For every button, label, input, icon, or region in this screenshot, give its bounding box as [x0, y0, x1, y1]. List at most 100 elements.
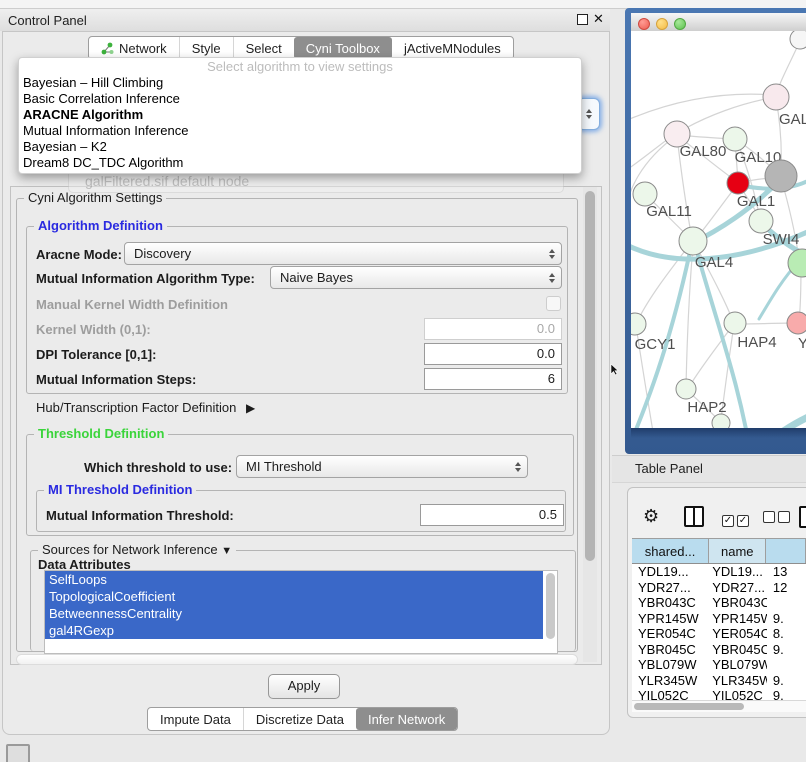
- table-cell: YDR27...: [632, 580, 708, 595]
- network-window-titlebar[interactable]: [631, 13, 806, 32]
- split-columns-icon[interactable]: [684, 506, 704, 527]
- manual-kernel-label: Manual Kernel Width Definition: [36, 297, 228, 312]
- minimize-traffic-light[interactable]: [656, 18, 668, 30]
- network-node-hap2[interactable]: [676, 379, 696, 399]
- mi-steps-field[interactable]: 6: [424, 368, 562, 390]
- algorithm-dropdown-popup: Select algorithm to view settings Bayesi…: [18, 57, 582, 174]
- attributes-scrollbar-thumb[interactable]: [546, 573, 555, 639]
- table-cell: YBL079W: [632, 657, 708, 672]
- combo-stepper-icon: [509, 456, 527, 477]
- tab-jactivemnodules-label: jActiveMNodules: [404, 41, 501, 56]
- which-threshold-value: MI Threshold: [237, 459, 509, 474]
- tab-select[interactable]: Select: [233, 37, 294, 59]
- tab-impute-data-label: Impute Data: [160, 712, 231, 727]
- settings-hscrollbar[interactable]: [16, 654, 578, 665]
- minimized-panel-icon[interactable]: [6, 744, 30, 762]
- table-row[interactable]: YBL079WYBL079W: [632, 657, 806, 673]
- node-table: shared... name YDL19...YDL19...13YDR27..…: [632, 538, 806, 702]
- table-row[interactable]: YDR27...YDR27...12: [632, 580, 806, 596]
- table-cell: 8.: [767, 626, 806, 641]
- kernel-width-field[interactable]: 0.0: [424, 318, 562, 340]
- table-hscrollbar[interactable]: [632, 700, 806, 712]
- float-panel-icon[interactable]: [577, 14, 588, 25]
- algorithm-option-highlighted[interactable]: ARACNE Algorithm: [19, 107, 581, 123]
- algorithm-option[interactable]: Basic Correlation Inference: [19, 91, 581, 107]
- network-node-gal4[interactable]: [679, 227, 707, 255]
- network-node-label: Y: [798, 335, 806, 352]
- network-node-swi4[interactable]: [749, 209, 773, 233]
- network-node-gal1[interactable]: [727, 172, 749, 194]
- table-cell: 9.: [767, 673, 806, 688]
- network-icon: [101, 42, 114, 55]
- tab-network[interactable]: Network: [89, 37, 179, 59]
- network-graph[interactable]: GALGAL80GAL10GAL1GAL11SWI4GAL4GCY1HAP4YH…: [631, 31, 806, 428]
- tab-cyni-toolbox[interactable]: Cyni Toolbox: [294, 37, 392, 59]
- mi-threshold-label: Mutual Information Threshold:: [46, 508, 234, 523]
- zoom-traffic-light[interactable]: [674, 18, 686, 30]
- table-row[interactable]: YDL19...YDL19...13: [632, 564, 806, 580]
- table-header-partial[interactable]: [766, 539, 806, 563]
- aracne-mode-combo[interactable]: Discovery: [124, 242, 562, 265]
- algorithm-option[interactable]: Bayesian – K2: [19, 139, 581, 155]
- table-row[interactable]: YER054CYER054C8.: [632, 626, 806, 642]
- network-window-shadow: [631, 428, 806, 438]
- close-panel-icon[interactable]: ✕: [593, 11, 604, 27]
- tab-jactivemnodules[interactable]: jActiveMNodules: [392, 37, 513, 59]
- network-canvas[interactable]: GALGAL80GAL10GAL1GAL11SWI4GAL4GCY1HAP4YH…: [631, 31, 806, 428]
- apply-button[interactable]: Apply: [268, 674, 340, 699]
- export-table-icon[interactable]: [799, 506, 806, 528]
- mi-type-combo[interactable]: Naive Bayes: [270, 266, 562, 289]
- table-row[interactable]: YLR345WYLR345W9.: [632, 673, 806, 689]
- expanded-arrow-icon: ▼: [221, 545, 232, 557]
- table-cell: YBL079W: [708, 657, 767, 672]
- table-cell: YDL19...: [708, 564, 767, 579]
- network-node-gcy1[interactable]: [631, 313, 646, 335]
- screen: Control Panel ✕ Network Style Select Cyn…: [0, 0, 806, 762]
- network-node[interactable]: [790, 31, 806, 49]
- algorithm-option[interactable]: Mutual Information Inference: [19, 123, 581, 139]
- network-node-gal10[interactable]: [723, 127, 747, 151]
- tab-style-label: Style: [192, 41, 221, 56]
- unselect-all-columns-icon[interactable]: [763, 510, 793, 528]
- network-node-label: GCY1: [635, 336, 676, 353]
- network-node[interactable]: [712, 414, 730, 428]
- sources-title[interactable]: Sources for Network Inference ▼: [38, 542, 236, 557]
- table-header-row: shared... name: [632, 539, 806, 564]
- tab-network-label: Network: [119, 41, 167, 56]
- table-cell: 12: [767, 580, 806, 595]
- mi-threshold-field[interactable]: 0.5: [420, 504, 564, 526]
- manual-kernel-checkbox[interactable]: [546, 296, 561, 311]
- table-header-name[interactable]: name: [709, 539, 766, 563]
- select-all-columns-icon[interactable]: ✓✓: [722, 510, 752, 528]
- algorithm-placeholder: Select algorithm to view settings: [19, 58, 581, 75]
- tab-discretize-data[interactable]: Discretize Data: [243, 708, 356, 730]
- which-threshold-combo[interactable]: MI Threshold: [236, 455, 528, 478]
- table-row[interactable]: YBR045CYBR045C9.: [632, 642, 806, 658]
- table-cell: YBR045C: [708, 642, 767, 657]
- table-row[interactable]: YPR145WYPR145W9.: [632, 611, 806, 627]
- algorithm-option[interactable]: Bayesian – Hill Climbing: [19, 75, 581, 91]
- attribute-item[interactable]: BetweennessCentrality: [45, 605, 543, 622]
- close-traffic-light[interactable]: [638, 18, 650, 30]
- tab-cyni-toolbox-label: Cyni Toolbox: [306, 41, 380, 56]
- settings-scrollbar-thumb[interactable]: [585, 191, 595, 561]
- table-row[interactable]: YBR043CYBR043C: [632, 595, 806, 611]
- tab-style[interactable]: Style: [179, 37, 233, 59]
- attribute-item[interactable]: SelfLoops: [45, 571, 543, 588]
- tab-infer-network[interactable]: Infer Network: [356, 708, 457, 730]
- hub-definition-toggle[interactable]: Hub/Transcription Factor Definition ▶: [36, 400, 255, 415]
- dpi-tolerance-field[interactable]: 0.0: [424, 343, 562, 365]
- table-hscrollbar-thumb[interactable]: [634, 703, 744, 710]
- algorithm-option[interactable]: Dream8 DC_TDC Algorithm: [19, 155, 581, 171]
- gear-icon[interactable]: ⚙: [643, 505, 659, 527]
- table-header-shared-name[interactable]: shared...: [632, 539, 709, 563]
- tab-impute-data[interactable]: Impute Data: [148, 708, 243, 730]
- network-node-y[interactable]: [787, 312, 806, 334]
- network-node-gal[interactable]: [763, 84, 789, 110]
- table-cell: YPR145W: [708, 611, 767, 626]
- attribute-item[interactable]: TopologicalCoefficient: [45, 588, 543, 605]
- attribute-item[interactable]: gal4RGexp: [45, 622, 543, 639]
- network-node[interactable]: [765, 160, 797, 192]
- network-node-hap4[interactable]: [724, 312, 746, 334]
- data-attributes-list[interactable]: SelfLoops TopologicalCoefficient Between…: [44, 570, 558, 654]
